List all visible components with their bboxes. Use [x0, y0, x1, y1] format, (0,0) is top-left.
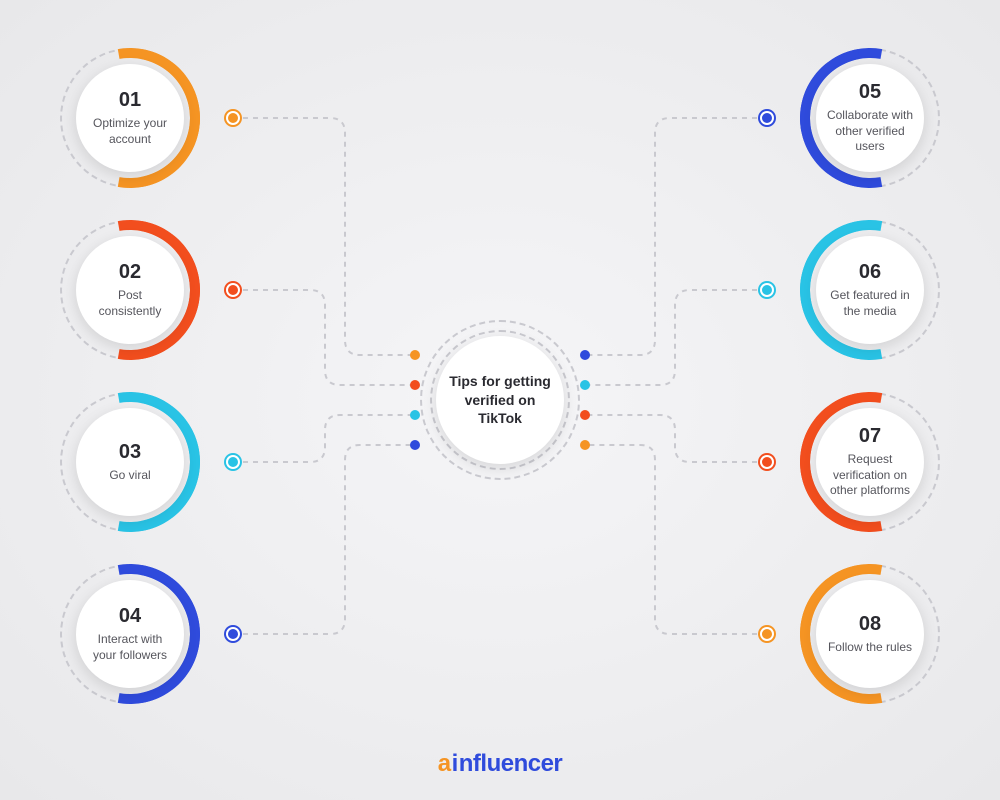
connector-dot: [226, 455, 240, 469]
tip-label: Request verification on other platforms: [826, 452, 914, 499]
connector-dot: [760, 111, 774, 125]
tip-label: Get featured in the media: [826, 288, 914, 319]
tip-node-08: 08 Follow the rules: [800, 564, 940, 704]
logo-rest: nfluencer: [459, 750, 563, 777]
tip-number: 03: [119, 441, 141, 464]
hub-dot: [580, 440, 590, 450]
tip-number: 04: [119, 605, 141, 628]
tip-node-01: 01 Optimize your account: [60, 48, 200, 188]
hub-dot: [410, 410, 420, 420]
connector-dot: [226, 283, 240, 297]
tip-label: Interact with your followers: [86, 632, 174, 663]
hub-dot: [580, 380, 590, 390]
tip-node-02: 02 Post consistently: [60, 220, 200, 360]
tip-label: Go viral: [109, 468, 150, 484]
brand-logo: ainfluencer: [438, 750, 563, 778]
tip-node-04: 04 Interact with your followers: [60, 564, 200, 704]
logo-letter-i: i: [451, 750, 459, 778]
tip-label: Post consistently: [86, 288, 174, 319]
hub-dot: [410, 350, 420, 360]
hub-dot: [580, 410, 590, 420]
logo-letter-a: a: [438, 750, 451, 777]
hub-node: Tips for getting verified on TikTok: [430, 330, 570, 470]
connector-dot: [226, 627, 240, 641]
tip-number: 02: [119, 261, 141, 284]
tip-label: Collaborate with other verified users: [826, 108, 914, 155]
connector-dot: [760, 455, 774, 469]
tip-node-03: 03 Go viral: [60, 392, 200, 532]
tip-number: 05: [859, 81, 881, 104]
tip-number: 06: [859, 261, 881, 284]
tip-number: 07: [859, 425, 881, 448]
tip-number: 01: [119, 89, 141, 112]
tip-node-06: 06 Get featured in the media: [800, 220, 940, 360]
tip-node-07: 07 Request verification on other platfor…: [800, 392, 940, 532]
tip-label: Follow the rules: [828, 640, 912, 656]
hub-dot: [410, 380, 420, 390]
connector-dot: [760, 627, 774, 641]
hub-title: Tips for getting verified on TikTok: [448, 372, 552, 429]
tip-node-05: 05 Collaborate with other verified users: [800, 48, 940, 188]
tip-label: Optimize your account: [86, 116, 174, 147]
hub-dot: [580, 350, 590, 360]
hub-dot: [410, 440, 420, 450]
connector-dot: [760, 283, 774, 297]
connector-dot: [226, 111, 240, 125]
tip-number: 08: [859, 613, 881, 636]
